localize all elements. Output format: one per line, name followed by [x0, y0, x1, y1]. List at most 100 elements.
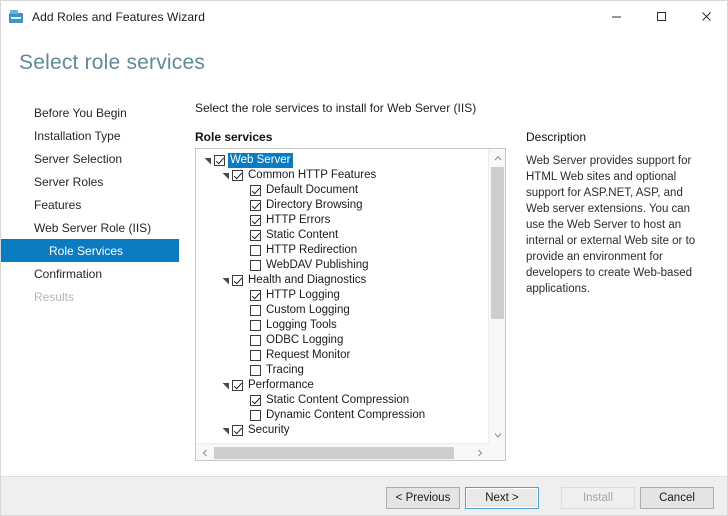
sidebar-item-features[interactable]: Features [1, 193, 179, 216]
previous-button[interactable]: < Previous [386, 487, 460, 509]
expander-expanded-icon[interactable] [202, 153, 214, 168]
checkbox-checked[interactable] [214, 155, 225, 166]
footer-bar: < Previous Next > Install Cancel [1, 476, 727, 515]
title-bar: Add Roles and Features Wizard [1, 1, 728, 32]
tree-row-label: Request Monitor [266, 348, 350, 363]
tree-row[interactable]: HTTP Redirection [196, 243, 488, 258]
checkbox-checked[interactable] [250, 290, 261, 301]
tree-row-label: HTTP Errors [266, 213, 330, 228]
window-title: Add Roles and Features Wizard [32, 10, 205, 24]
tree-row[interactable]: Custom Logging [196, 303, 488, 318]
tree-row[interactable]: HTTP Logging [196, 288, 488, 303]
tree-row-label: Logging Tools [266, 318, 337, 333]
scroll-up-icon[interactable] [489, 149, 506, 166]
tree-row-label: Common HTTP Features [248, 168, 376, 183]
checkbox-checked[interactable] [250, 215, 261, 226]
tree-row-label: Static Content [266, 228, 338, 243]
description-body: Web Server provides support for HTML Web… [526, 153, 706, 297]
tree-vertical-scrollbar[interactable] [488, 149, 505, 443]
tree-row-label: WebDAV Publishing [266, 258, 369, 273]
tree-horizontal-scrollbar[interactable] [196, 443, 488, 460]
tree-row[interactable]: Security [196, 423, 488, 438]
tree-row[interactable]: Static Content [196, 228, 488, 243]
tree-row-label: HTTP Logging [266, 288, 340, 303]
tree-row[interactable]: Directory Browsing [196, 198, 488, 213]
scroll-down-icon[interactable] [489, 426, 506, 443]
sidebar-item-web-server-role-iis[interactable]: Web Server Role (IIS) [1, 216, 179, 239]
checkbox-checked[interactable] [232, 380, 243, 391]
close-icon[interactable] [684, 1, 728, 32]
tree-row[interactable]: Request Monitor [196, 348, 488, 363]
sidebar-item-installation-type[interactable]: Installation Type [1, 124, 179, 147]
page-title: Select role services [19, 51, 205, 75]
tree-row-label: Custom Logging [266, 303, 350, 318]
tree-row-label: Directory Browsing [266, 198, 363, 213]
wizard-server-icon [8, 9, 25, 25]
expander-expanded-icon[interactable] [220, 168, 232, 183]
scrollbar-corner [488, 443, 505, 460]
tree-row-label: Performance [248, 378, 314, 393]
tree-row[interactable]: ODBC Logging [196, 333, 488, 348]
tree-row-label: Security [248, 423, 290, 438]
minimize-icon[interactable] [594, 1, 639, 32]
checkbox-unchecked[interactable] [250, 305, 261, 316]
next-button[interactable]: Next > [465, 487, 539, 509]
tree-row[interactable]: Logging Tools [196, 318, 488, 333]
tree-rows: Web ServerCommon HTTP FeaturesDefault Do… [196, 153, 488, 438]
scroll-left-icon[interactable] [196, 444, 213, 461]
role-services-tree-panel: Web ServerCommon HTTP FeaturesDefault Do… [195, 148, 506, 461]
tree-row-label: Static Content Compression [266, 393, 409, 408]
sidebar-item-role-services[interactable]: Role Services [1, 239, 179, 262]
sidebar-item-results: Results [1, 285, 179, 308]
window-controls [594, 1, 728, 32]
tree-row[interactable]: Dynamic Content Compression [196, 408, 488, 423]
expander-expanded-icon[interactable] [220, 423, 232, 438]
horizontal-scroll-thumb[interactable] [214, 447, 454, 459]
checkbox-checked[interactable] [250, 200, 261, 211]
checkbox-unchecked[interactable] [250, 320, 261, 331]
instruction-text: Select the role services to install for … [195, 101, 476, 115]
tree-row-label: Dynamic Content Compression [266, 408, 425, 423]
checkbox-checked[interactable] [250, 230, 261, 241]
tree-row-label: Tracing [266, 363, 304, 378]
maximize-icon[interactable] [639, 1, 684, 32]
tree-row-label: ODBC Logging [266, 333, 343, 348]
sidebar-item-before-you-begin[interactable]: Before You Begin [1, 101, 179, 124]
scroll-right-icon[interactable] [471, 444, 488, 461]
tree-row-label: Default Document [266, 183, 358, 198]
sidebar-item-confirmation[interactable]: Confirmation [1, 262, 179, 285]
tree-row[interactable]: Default Document [196, 183, 488, 198]
tree-row[interactable]: Health and Diagnostics [196, 273, 488, 288]
sidebar-item-server-roles[interactable]: Server Roles [1, 170, 179, 193]
sidebar-item-server-selection[interactable]: Server Selection [1, 147, 179, 170]
checkbox-checked[interactable] [250, 185, 261, 196]
tree-row[interactable]: WebDAV Publishing [196, 258, 488, 273]
checkbox-unchecked[interactable] [250, 335, 261, 346]
checkbox-checked[interactable] [232, 425, 243, 436]
checkbox-unchecked[interactable] [250, 410, 261, 421]
checkbox-unchecked[interactable] [250, 245, 261, 256]
add-roles-wizard-window: Add Roles and Features Wizard Select rol… [0, 0, 728, 516]
tree-row[interactable]: HTTP Errors [196, 213, 488, 228]
description-title: Description [526, 130, 586, 144]
tree-row[interactable]: Common HTTP Features [196, 168, 488, 183]
checkbox-checked[interactable] [232, 275, 243, 286]
checkbox-checked[interactable] [250, 395, 261, 406]
tree-row-label: HTTP Redirection [266, 243, 357, 258]
tree-row[interactable]: Static Content Compression [196, 393, 488, 408]
checkbox-checked[interactable] [232, 170, 243, 181]
tree-row[interactable]: Web Server [196, 153, 488, 168]
checkbox-unchecked[interactable] [250, 260, 261, 271]
role-services-label: Role services [195, 130, 272, 144]
vertical-scroll-thumb[interactable] [491, 167, 504, 319]
tree-row-label: Health and Diagnostics [248, 273, 366, 288]
tree-row[interactable]: Tracing [196, 363, 488, 378]
checkbox-unchecked[interactable] [250, 365, 261, 376]
expander-expanded-icon[interactable] [220, 273, 232, 288]
expander-expanded-icon[interactable] [220, 378, 232, 393]
tree-row[interactable]: Performance [196, 378, 488, 393]
tree-row-label: Web Server [228, 153, 293, 168]
wizard-step-nav: Before You BeginInstallation TypeServer … [1, 101, 179, 308]
checkbox-unchecked[interactable] [250, 350, 261, 361]
cancel-button[interactable]: Cancel [640, 487, 714, 509]
